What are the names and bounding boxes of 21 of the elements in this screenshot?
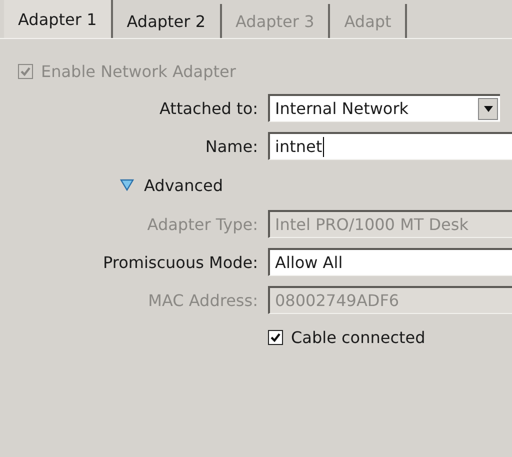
- field-label: MAC Address:: [147, 290, 258, 310]
- field-label: Adapter Type:: [146, 214, 258, 234]
- field-label: Name:: [204, 136, 258, 156]
- field-value: Intel PRO/1000 MT Desk: [275, 215, 468, 234]
- field-label: Promiscuous Mode:: [102, 252, 258, 272]
- input-field[interactable]: intnet: [268, 132, 512, 160]
- input-field[interactable]: Allow All: [268, 248, 512, 276]
- field-label: Attached to:: [158, 98, 258, 118]
- text-cursor: [323, 136, 324, 156]
- tab[interactable]: Adapter 2: [112, 4, 222, 38]
- dropdown-field[interactable]: Internal Network: [268, 94, 500, 122]
- field-value: Internal Network: [275, 99, 409, 118]
- section-toggle[interactable]: Advanced: [144, 176, 224, 194]
- field-value: Allow All: [275, 253, 343, 272]
- field-value: 08002749ADF6: [275, 291, 400, 310]
- checkbox-label: Cable connected: [291, 328, 426, 346]
- checkbox-label: Enable Network Adapter: [41, 62, 236, 80]
- expand-triangle-icon[interactable]: [120, 179, 134, 191]
- checkbox[interactable]: [268, 330, 283, 344]
- field-value: intnet: [275, 137, 322, 156]
- tab[interactable]: Adapter 1: [4, 0, 113, 38]
